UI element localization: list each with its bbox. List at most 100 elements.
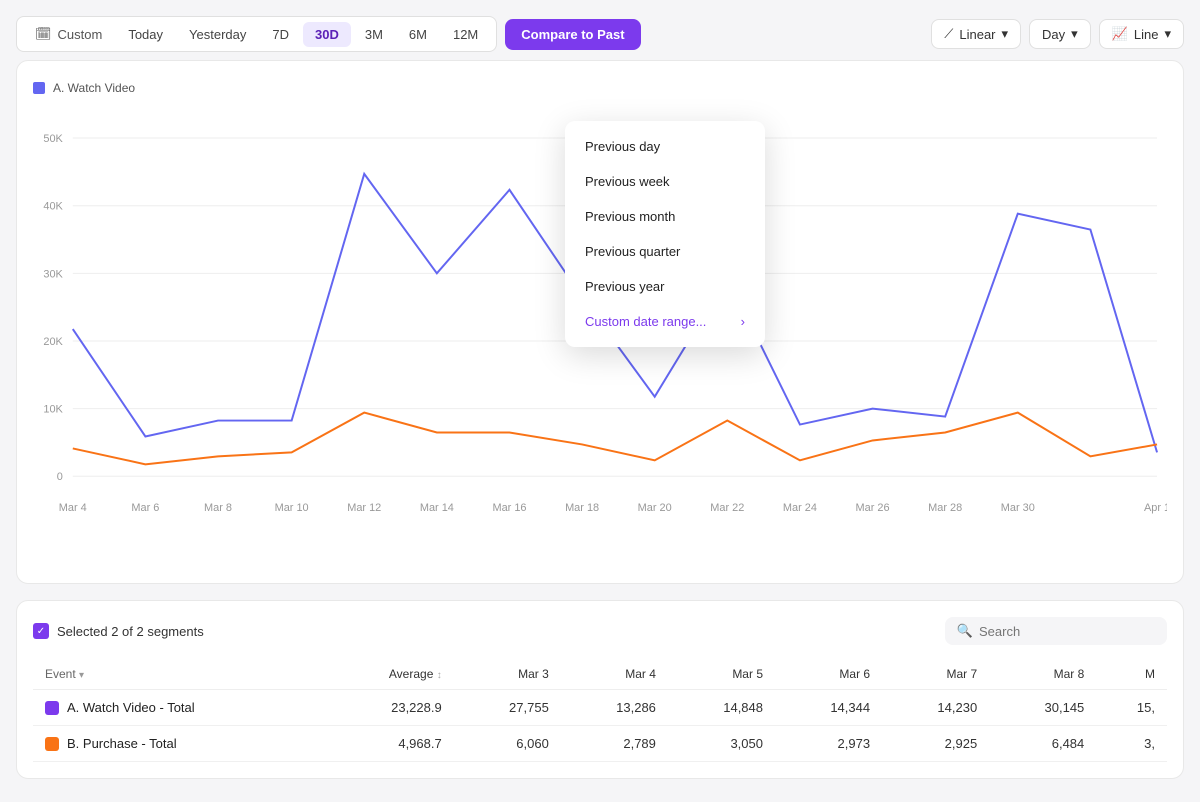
mar5-cell-2: 3,050: [668, 726, 775, 762]
event-cell-2: B. Purchase - Total: [33, 726, 325, 762]
mar7-cell-2: 2,925: [882, 726, 989, 762]
svg-text:Mar 30: Mar 30: [1001, 502, 1035, 514]
row-checkbox-2[interactable]: [45, 737, 59, 751]
mar3-cell-2: 6,060: [454, 726, 561, 762]
chevron-down-icon-3: ▾: [1164, 26, 1171, 42]
dropdown-previous-month[interactable]: Previous month: [565, 199, 765, 234]
mar8-cell-1: 30,145: [989, 690, 1096, 726]
mar3-column-header: Mar 3: [454, 659, 561, 690]
day-select[interactable]: Day ▾: [1029, 19, 1091, 49]
custom-label: Custom: [58, 27, 103, 42]
7d-button[interactable]: 7D: [260, 22, 301, 47]
3m-button[interactable]: 3M: [353, 22, 395, 47]
linear-label: Linear: [959, 27, 995, 42]
linear-chart-icon: ⟋: [944, 26, 953, 42]
svg-text:50K: 50K: [43, 133, 63, 145]
event-column-header[interactable]: Event ▾: [33, 659, 325, 690]
yesterday-button[interactable]: Yesterday: [177, 22, 258, 47]
svg-text:20K: 20K: [43, 336, 63, 348]
sort-icon: ↕: [437, 670, 442, 681]
average-cell-2: 4,968.7: [325, 726, 454, 762]
average-column-header[interactable]: Average ↕: [325, 659, 454, 690]
line-select[interactable]: 📈 Line ▾: [1099, 19, 1184, 49]
compare-dropdown: Previous day Previous week Previous mont…: [565, 121, 765, 347]
table-row: B. Purchase - Total 4,968.7 6,060 2,789 …: [33, 726, 1167, 762]
bottom-card: ✓ Selected 2 of 2 segments 🔍 Event ▾ Ave…: [16, 600, 1184, 779]
svg-text:Mar 20: Mar 20: [638, 502, 672, 514]
chevron-right-icon: ›: [741, 314, 745, 329]
mar4-column-header: Mar 4: [561, 659, 668, 690]
sort-chevron-icon: ▾: [79, 670, 84, 681]
chart-card: A. Watch Video 50K 40K 30K 20K 10K 0: [16, 60, 1184, 584]
svg-text:Mar 14: Mar 14: [420, 502, 454, 514]
mar5-column-header: Mar 5: [668, 659, 775, 690]
dropdown-custom-date-range[interactable]: Custom date range... ›: [565, 304, 765, 339]
dropdown-previous-quarter[interactable]: Previous quarter: [565, 234, 765, 269]
extra-cell-1: 15,: [1096, 690, 1167, 726]
legend-label: A. Watch Video: [53, 81, 135, 95]
svg-text:30K: 30K: [43, 268, 63, 280]
mar5-cell-1: 14,848: [668, 690, 775, 726]
mar8-cell-2: 6,484: [989, 726, 1096, 762]
mar3-cell-1: 27,755: [454, 690, 561, 726]
svg-text:40K: 40K: [43, 201, 63, 213]
dropdown-previous-year[interactable]: Previous year: [565, 269, 765, 304]
select-all-checkbox[interactable]: ✓: [33, 623, 49, 639]
toolbar: 🗓 Custom Today Yesterday 7D 30D 3M 6M 12…: [16, 16, 1184, 52]
mar6-cell-1: 14,344: [775, 690, 882, 726]
chart-legend: A. Watch Video: [33, 81, 1167, 95]
line-label: Line: [1134, 27, 1159, 42]
table-header-row: Event ▾ Average ↕ Mar 3 Mar 4 Mar 5 Mar …: [33, 659, 1167, 690]
svg-text:Mar 22: Mar 22: [710, 502, 744, 514]
extra-cell-2: 3,: [1096, 726, 1167, 762]
segment-info: ✓ Selected 2 of 2 segments: [33, 623, 204, 639]
check-icon: ✓: [37, 626, 45, 637]
12m-button[interactable]: 12M: [441, 22, 490, 47]
chevron-down-icon-2: ▾: [1071, 26, 1078, 42]
bottom-header: ✓ Selected 2 of 2 segments 🔍: [33, 617, 1167, 645]
svg-text:Mar 8: Mar 8: [204, 502, 232, 514]
svg-text:Mar 18: Mar 18: [565, 502, 599, 514]
segment-text: Selected 2 of 2 segments: [57, 624, 204, 639]
svg-text:Mar 10: Mar 10: [275, 502, 309, 514]
linear-select[interactable]: ⟋ Linear ▾: [931, 19, 1021, 49]
search-box[interactable]: 🔍: [945, 617, 1167, 645]
svg-text:Mar 6: Mar 6: [131, 502, 159, 514]
line-chart-icon: 📈: [1112, 26, 1128, 42]
date-range-group: 🗓 Custom Today Yesterday 7D 30D 3M 6M 12…: [16, 16, 497, 52]
legend-dot-blue: [33, 82, 45, 94]
svg-text:Mar 16: Mar 16: [492, 502, 526, 514]
svg-text:Mar 24: Mar 24: [783, 502, 817, 514]
svg-text:0: 0: [57, 471, 63, 483]
svg-text:Mar 26: Mar 26: [856, 502, 890, 514]
mar7-cell-1: 14,230: [882, 690, 989, 726]
row-checkbox-1[interactable]: [45, 701, 59, 715]
svg-text:Apr 1: Apr 1: [1144, 502, 1167, 514]
search-input[interactable]: [979, 624, 1155, 639]
svg-text:Mar 28: Mar 28: [928, 502, 962, 514]
mar8-column-header: Mar 8: [989, 659, 1096, 690]
mar7-column-header: Mar 7: [882, 659, 989, 690]
day-label: Day: [1042, 27, 1065, 42]
mar4-cell-2: 2,789: [561, 726, 668, 762]
dropdown-previous-week[interactable]: Previous week: [565, 164, 765, 199]
compare-to-past-button[interactable]: Compare to Past: [505, 19, 640, 50]
dropdown-previous-day[interactable]: Previous day: [565, 129, 765, 164]
svg-text:Mar 4: Mar 4: [59, 502, 87, 514]
today-button[interactable]: Today: [116, 22, 175, 47]
30d-button[interactable]: 30D: [303, 22, 351, 47]
custom-button[interactable]: 🗓 Custom: [23, 21, 114, 47]
data-table: Event ▾ Average ↕ Mar 3 Mar 4 Mar 5 Mar …: [33, 659, 1167, 762]
chevron-down-icon: ▾: [1002, 26, 1009, 42]
average-cell-1: 23,228.9: [325, 690, 454, 726]
calendar-icon: 🗓: [35, 26, 52, 42]
toolbar-right: ⟋ Linear ▾ Day ▾ 📈 Line ▾: [931, 19, 1184, 49]
table-row: A. Watch Video - Total 23,228.9 27,755 1…: [33, 690, 1167, 726]
6m-button[interactable]: 6M: [397, 22, 439, 47]
svg-text:Mar 12: Mar 12: [347, 502, 381, 514]
search-icon: 🔍: [957, 623, 973, 639]
extra-column-header: M: [1096, 659, 1167, 690]
event-cell-1: A. Watch Video - Total: [33, 690, 325, 726]
mar6-column-header: Mar 6: [775, 659, 882, 690]
svg-text:10K: 10K: [43, 404, 63, 416]
